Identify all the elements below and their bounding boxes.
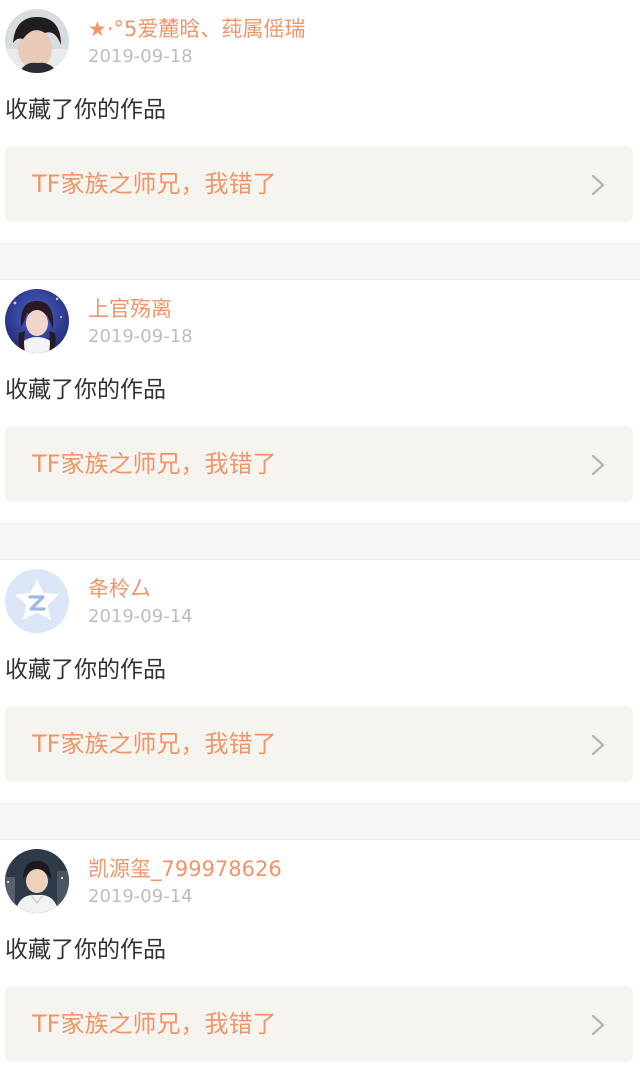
work-title: TF家族之师兄，我错了 xyxy=(32,170,277,198)
divider xyxy=(0,803,640,840)
default-q-star-avatar-icon xyxy=(5,569,69,633)
username[interactable]: 夅柃厶 xyxy=(88,576,151,602)
work-title: TF家族之师兄，我错了 xyxy=(32,450,277,478)
timestamp: 2019-09-18 xyxy=(88,46,193,67)
avatar[interactable] xyxy=(5,569,69,633)
dark-haired-boy-avatar-icon xyxy=(5,9,69,73)
action-text: 收藏了你的作品 xyxy=(5,97,166,123)
chevron-right-icon xyxy=(591,174,605,196)
notification-item: ★·°5爱麓晗、莼属傜瑞 2019-09-18 收藏了你的作品 TF家族之师兄，… xyxy=(0,0,640,243)
timestamp: 2019-09-18 xyxy=(88,326,193,347)
action-text: 收藏了你的作品 xyxy=(5,377,166,403)
work-card[interactable]: TF家族之师兄，我错了 xyxy=(5,706,633,782)
girl-stage-avatar-icon xyxy=(5,289,69,353)
avatar[interactable] xyxy=(5,849,69,913)
timestamp: 2019-09-14 xyxy=(88,886,193,907)
notification-item: 夅柃厶 2019-09-14 收藏了你的作品 TF家族之师兄，我错了 xyxy=(0,560,640,803)
username[interactable]: 上官殇离 xyxy=(88,296,172,322)
avatar[interactable] xyxy=(5,9,69,73)
boy-city-avatar-icon xyxy=(5,849,69,913)
notification-item: 上官殇离 2019-09-18 收藏了你的作品 TF家族之师兄，我错了 xyxy=(0,280,640,523)
avatar[interactable] xyxy=(5,289,69,353)
chevron-right-icon xyxy=(591,454,605,476)
work-card[interactable]: TF家族之师兄，我错了 xyxy=(5,986,633,1062)
action-text: 收藏了你的作品 xyxy=(5,657,166,683)
divider xyxy=(0,243,640,280)
username[interactable]: 凯源玺_799978626 xyxy=(88,856,282,882)
timestamp: 2019-09-14 xyxy=(88,606,193,627)
chevron-right-icon xyxy=(591,1014,605,1036)
notification-item: 凯源玺_799978626 2019-09-14 收藏了你的作品 TF家族之师兄… xyxy=(0,840,640,1083)
chevron-right-icon xyxy=(591,734,605,756)
work-card[interactable]: TF家族之师兄，我错了 xyxy=(5,146,633,222)
divider xyxy=(0,523,640,560)
notification-feed: ★·°5爱麓晗、莼属傜瑞 2019-09-18 收藏了你的作品 TF家族之师兄，… xyxy=(0,0,640,1083)
work-title: TF家族之师兄，我错了 xyxy=(32,730,277,758)
work-title: TF家族之师兄，我错了 xyxy=(32,1010,277,1038)
username[interactable]: ★·°5爱麓晗、莼属傜瑞 xyxy=(88,16,305,42)
action-text: 收藏了你的作品 xyxy=(5,937,166,963)
work-card[interactable]: TF家族之师兄，我错了 xyxy=(5,426,633,502)
